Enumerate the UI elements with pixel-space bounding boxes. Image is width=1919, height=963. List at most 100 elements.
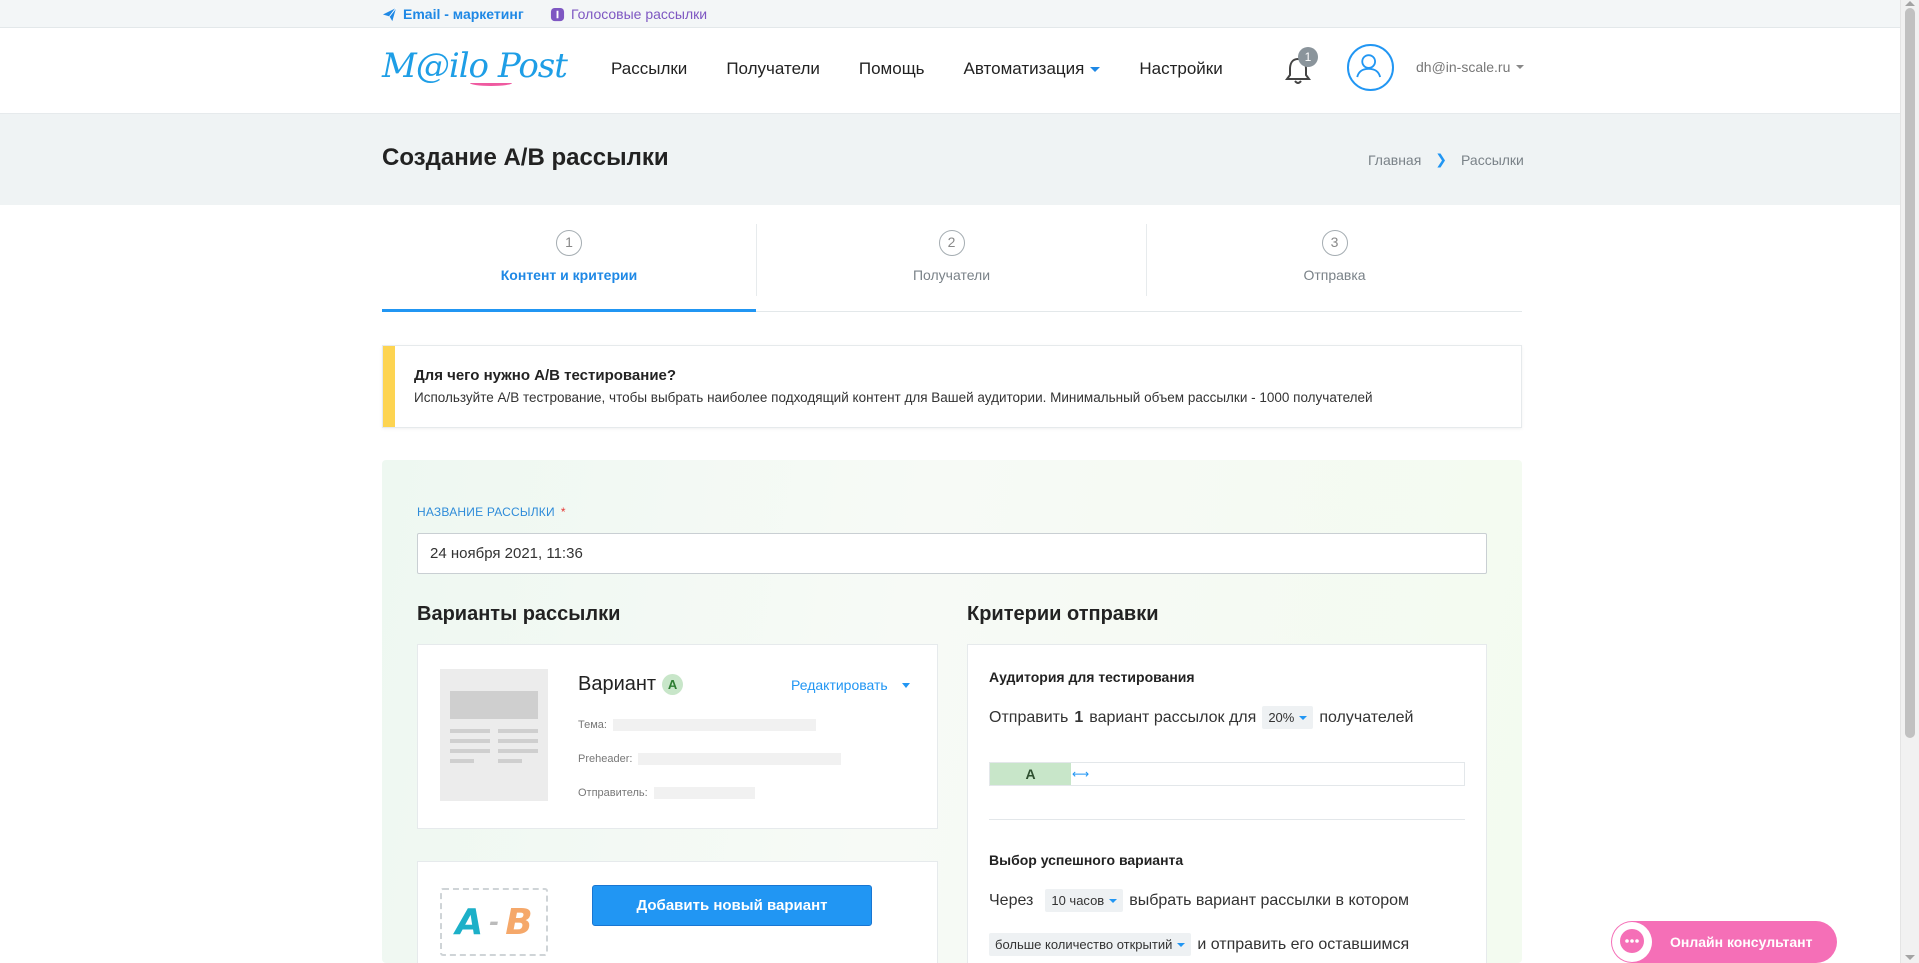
nav-automation[interactable]: Автоматизация (964, 59, 1101, 79)
notification-badge: 1 (1298, 47, 1318, 67)
mailing-name-label-text: НАЗВАНИЕ РАССЫЛКИ (417, 505, 555, 519)
logo-swoosh (470, 80, 512, 86)
nav-settings[interactable]: Настройки (1139, 59, 1222, 79)
step-content-criteria[interactable]: 1 Контент и критерии (382, 220, 756, 312)
step-number: 1 (556, 230, 582, 256)
thumb-header-block (450, 691, 538, 719)
nav-automation-label: Автоматизация (963, 59, 1085, 78)
edit-variant-label: Редактировать (791, 677, 888, 693)
chevron-down-icon (1177, 942, 1186, 947)
metric-suffix: и отправить его оставшимся (1197, 935, 1410, 953)
user-icon (1356, 54, 1381, 78)
breadcrumb: Главная ❯ Рассылки (1368, 151, 1524, 168)
voice-icon (550, 7, 565, 21)
winner-title: Выбор успешного варианта (989, 852, 1184, 868)
chevron-down-icon (1516, 65, 1525, 69)
step-recipients[interactable]: 2 Получатели (756, 224, 1147, 296)
step-number: 3 (1321, 230, 1348, 256)
add-variant-card: A - B Добавить новый вариант (417, 861, 938, 963)
variant-card: Вариант A Редактировать Тема: Preheader:… (417, 644, 938, 829)
variant-label: Вариант (578, 673, 657, 695)
chevron-down-icon (1109, 898, 1118, 903)
criteria-section-title: Критерии отправки (967, 603, 1159, 625)
metric-value: больше количество открытий (995, 937, 1173, 952)
voice-mailing-link[interactable]: Голосовые рассылки (550, 6, 707, 22)
nav-mailings[interactable]: Рассылки (611, 59, 687, 79)
metric-select[interactable]: больше количество открытий (989, 933, 1192, 956)
scroll-down-icon[interactable] (1905, 955, 1915, 960)
notice-title: Для чего нужно A/B тестирование? (414, 367, 677, 384)
variant-preheader: Preheader: (578, 753, 842, 765)
resize-handle-icon[interactable]: ⟷ (1072, 768, 1089, 780)
thumb-line (450, 729, 490, 733)
delay-value: 10 часов (1051, 893, 1105, 908)
chat-icon (1620, 929, 1644, 953)
step-label: Получатели (912, 267, 991, 283)
user-menu[interactable]: dh@in-scale.ru (1416, 59, 1525, 75)
variant-title: Вариант A (578, 673, 684, 696)
after-prefix: Через (989, 891, 1034, 909)
online-consultant-label: Онлайн консультант (1670, 934, 1813, 950)
sender-placeholder (653, 787, 755, 799)
variant-badge: A (662, 674, 684, 695)
after-suffix: выбрать вариант рассылки в котором (1129, 891, 1410, 909)
thumb-line (498, 749, 538, 753)
breadcrumb-mailings[interactable]: Рассылки (1461, 152, 1524, 168)
wizard-steps: 1 Контент и критерии 2 Получатели 3 Отпр… (382, 220, 1522, 312)
breadcrumb-home[interactable]: Главная (1368, 152, 1421, 168)
divider (989, 819, 1465, 820)
ab-logo-a: A (455, 901, 484, 943)
winner-metric-row: больше количество открытий и отправить е… (989, 933, 1409, 956)
thumb-line (450, 749, 490, 753)
nav-recipients[interactable]: Получатели (726, 59, 820, 79)
email-preview-thumbnail[interactable] (440, 669, 548, 801)
subject-placeholder (612, 719, 816, 731)
email-marketing-link[interactable]: Email - маркетинг (382, 6, 524, 22)
scroll-up-icon[interactable] (1905, 1, 1915, 6)
percent-value: 20% (1268, 710, 1295, 725)
subject-label: Тема: (578, 719, 607, 731)
chat-bubble-icon (1612, 922, 1652, 962)
add-variant-button[interactable]: Добавить новый вариант (592, 885, 872, 926)
ab-logo: A - B (440, 888, 548, 956)
scrollbar-thumb[interactable] (1905, 8, 1915, 738)
step-label: Отправка (1303, 267, 1366, 283)
split-segment-a: A (990, 763, 1071, 785)
user-email: dh@in-scale.ru (1416, 59, 1511, 75)
delay-select[interactable]: 10 часов (1045, 889, 1124, 912)
ab-info-notice: Для чего нужно A/B тестирование? Использ… (382, 345, 1522, 428)
top-product-bar: Email - маркетинг Голосовые рассылки (0, 0, 1900, 28)
online-consultant-button[interactable]: Онлайн консультант (1611, 921, 1837, 963)
ab-logo-dash: - (489, 908, 500, 936)
nav-help[interactable]: Помощь (859, 59, 925, 79)
step-label: Контент и критерии (500, 267, 638, 283)
send-suffix: получателей (1319, 708, 1414, 726)
step-sending[interactable]: 3 Отправка (1147, 220, 1522, 312)
notice-accent-bar (383, 346, 395, 427)
sender-label: Отправитель: (578, 787, 648, 799)
thumb-line (450, 759, 474, 763)
notice-text: Используйте A/B тестрование, чтобы выбра… (414, 390, 1373, 405)
mailing-name-input[interactable] (417, 533, 1487, 574)
audience-split-bar: A ⟷ (989, 762, 1465, 786)
percent-select[interactable]: 20% (1262, 706, 1314, 729)
send-count: 1 (1074, 708, 1084, 726)
send-middle: вариант рассылок для (1089, 708, 1257, 726)
variant-sender: Отправитель: (578, 787, 755, 799)
chevron-down-icon (901, 682, 910, 688)
winner-timing-row: Через 10 часов выбрать вариант рассылки … (989, 889, 1409, 912)
chevron-down-icon (1090, 66, 1101, 72)
avatar[interactable] (1347, 44, 1394, 91)
criteria-card: Аудитория для тестирования Отправить 1 в… (967, 644, 1487, 963)
chevron-right-icon: ❯ (1435, 151, 1448, 167)
thumb-line (498, 759, 522, 763)
step-number: 2 (938, 230, 965, 256)
audience-row: Отправить 1 вариант рассылок для 20% пол… (989, 706, 1413, 729)
variant-subject: Тема: (578, 719, 816, 731)
ab-logo-b: B (505, 901, 533, 943)
main-nav: Рассылки Получатели Помощь Автоматизация… (611, 59, 1262, 79)
page-title-band: Создание A/B рассылки Главная ❯ Рассылки (0, 114, 1900, 205)
variants-section-title: Варианты рассылки (417, 603, 621, 625)
edit-variant-dropdown[interactable]: Редактировать (791, 677, 910, 693)
send-prefix: Отправить (989, 708, 1069, 726)
